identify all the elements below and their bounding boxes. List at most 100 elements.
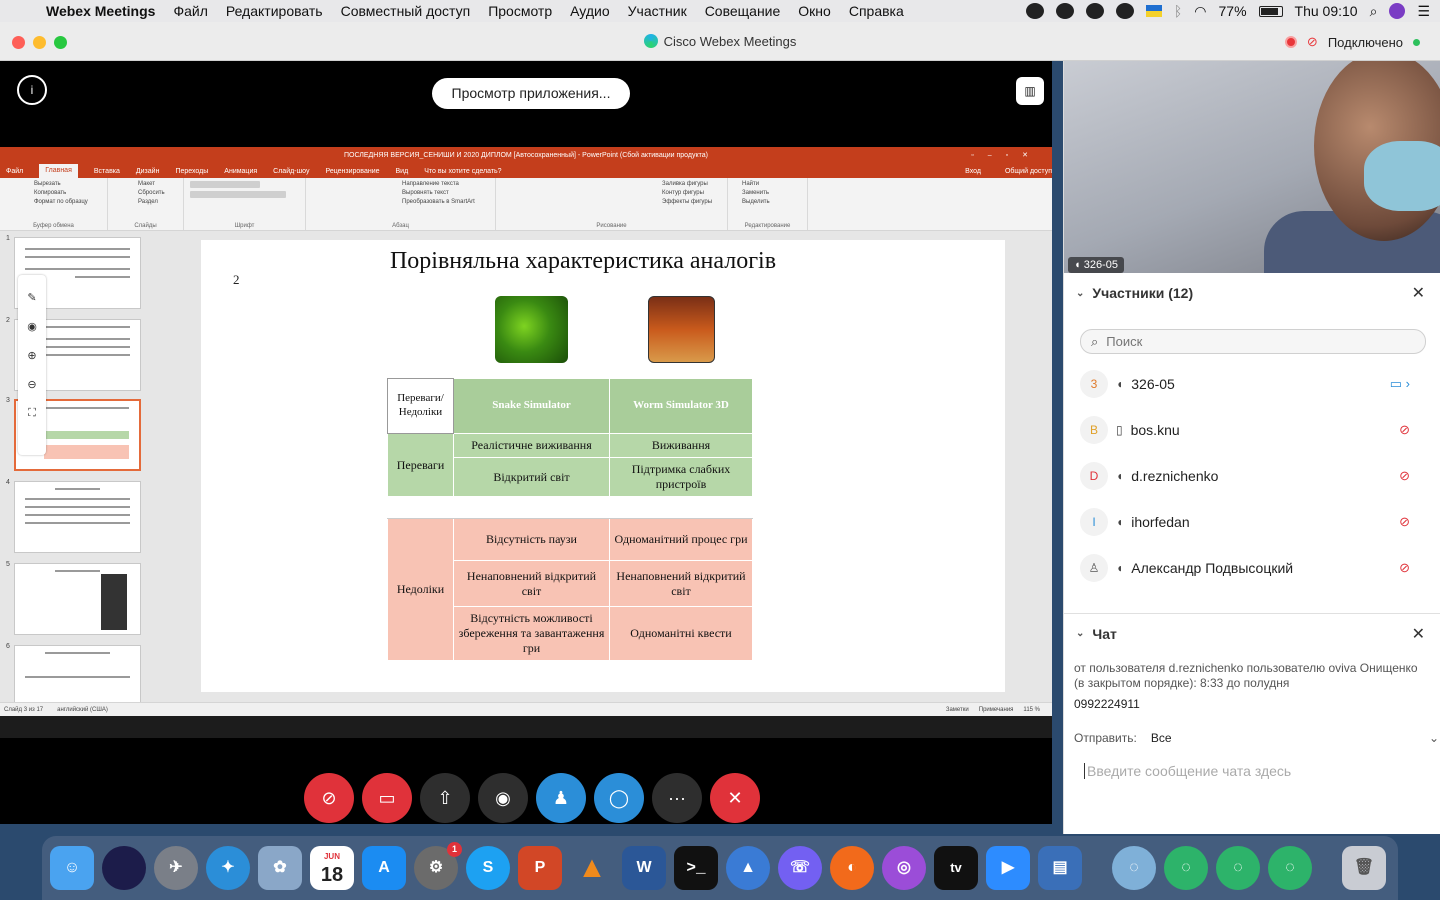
siri-icon[interactable] [1389, 3, 1406, 19]
ribbon-section[interactable]: Раздел [138, 199, 177, 205]
keyboard-layout-flag-icon[interactable] [1145, 5, 1162, 17]
bluetooth-icon[interactable]: ᛒ [1174, 3, 1182, 19]
close-participants-icon[interactable]: ✕ [1412, 283, 1425, 303]
webex-dock-icon[interactable]: ◌ [1112, 846, 1156, 890]
ppt-tab-home[interactable]: Главная [39, 164, 78, 178]
ribbon-align-text[interactable]: Выровнять текст [402, 190, 489, 196]
word-icon[interactable]: W [622, 846, 666, 890]
ppt-share[interactable]: Общий доступ [1005, 168, 1052, 175]
more-options-button[interactable]: ··· [652, 773, 702, 823]
menu-window[interactable]: Окно [798, 3, 831, 19]
ribbon-find[interactable]: Найти [742, 181, 801, 187]
mute-button[interactable]: ⊘ [304, 773, 354, 823]
webex-meetings-icon[interactable]: ◌ [1164, 846, 1208, 890]
siri-dock-icon[interactable] [102, 846, 146, 890]
ppt-window-controls-icon[interactable]: ▫–▫✕ [971, 147, 1042, 164]
annotate-pen-icon[interactable]: ✎ [18, 291, 46, 304]
menu-edit[interactable]: Редактировать [226, 3, 323, 19]
ribbon-layout[interactable]: Макет [138, 181, 177, 187]
ribbon-shape-outline[interactable]: Контур фигуры [662, 190, 721, 196]
font-style-buttons[interactable] [190, 191, 286, 198]
webex-tray-icon[interactable] [1115, 3, 1134, 19]
menu-audio[interactable]: Аудио [570, 3, 610, 19]
menu-view[interactable]: Просмотр [488, 3, 552, 19]
ppt-comments-button[interactable]: Примечания [979, 707, 1014, 713]
ppt-tell-me-search[interactable]: Что вы хотите сделать? [424, 168, 501, 175]
ribbon-shape-fill[interactable]: Заливка фигуры [662, 181, 721, 187]
participant-row[interactable]: I ◖ ihorfedan ⊘ [1064, 499, 1424, 545]
menu-help[interactable]: Справка [849, 3, 904, 19]
ribbon-replace[interactable]: Заменить [742, 190, 801, 196]
apple-tv-icon[interactable]: tv [934, 846, 978, 890]
slide-thumbnail[interactable] [14, 481, 141, 553]
menu-clock[interactable]: Thu 09:10 [1295, 3, 1358, 19]
zoom-icon[interactable]: ▶ [986, 846, 1030, 890]
battery-icon[interactable] [1258, 5, 1283, 17]
folder-icon[interactable]: ▤ [1038, 846, 1082, 890]
ribbon-cut[interactable]: Вырезать [34, 181, 101, 187]
mic-muted-icon[interactable]: ⊘ [1399, 468, 1410, 484]
chevron-down-icon[interactable]: ⌄ [1076, 628, 1084, 639]
app-store-icon[interactable]: A [362, 846, 406, 890]
webex-teams-icon[interactable]: ◌ [1216, 846, 1260, 890]
menu-meeting[interactable]: Совещание [705, 3, 781, 19]
ppt-tab-design[interactable]: Дизайн [136, 168, 160, 175]
menu-app-name[interactable]: Webex Meetings [46, 3, 155, 19]
powerpoint-icon[interactable]: P [518, 846, 562, 890]
participant-row[interactable]: 3 ◖ 326-05 ▭ › [1064, 361, 1424, 407]
podcasts-icon[interactable]: ◎ [882, 846, 926, 890]
stage-info-button[interactable]: i [17, 75, 47, 105]
zoom-out-icon[interactable]: ⊖ [18, 378, 46, 391]
chevron-down-icon[interactable]: ⌄ [1076, 288, 1084, 299]
wifi-icon[interactable]: ◠ [1194, 3, 1206, 20]
skype-icon[interactable]: S [466, 846, 510, 890]
search-input[interactable] [1106, 334, 1387, 349]
spotlight-search-icon[interactable]: ⌕ [1370, 3, 1378, 20]
cloud-tray-icon[interactable] [1055, 3, 1074, 19]
participant-row[interactable]: B ▯ bos.knu ⊘ [1064, 407, 1424, 453]
recording-indicator-icon[interactable] [1284, 36, 1297, 48]
safari-icon[interactable]: ✦ [206, 846, 250, 890]
ppt-language[interactable]: английский (США) [57, 707, 108, 713]
record-button[interactable]: ◉ [478, 773, 528, 823]
chat-button[interactable]: ◯ [594, 773, 644, 823]
video-on-icon[interactable]: ▭ › [1390, 376, 1410, 392]
mic-muted-icon[interactable]: ⊘ [1399, 422, 1410, 438]
menu-file[interactable]: Файл [173, 3, 207, 19]
share-button[interactable]: ⇧ [420, 773, 470, 823]
send-to-value[interactable]: Все [1151, 731, 1172, 745]
ribbon-copy[interactable]: Копировать [34, 190, 101, 196]
mic-muted-indicator-icon[interactable]: ⊘ [1307, 34, 1318, 50]
app-view-button[interactable]: Просмотр приложения... [432, 78, 630, 109]
control-center-icon[interactable]: ☰ [1417, 3, 1430, 20]
fit-screen-icon[interactable]: ⛶ [18, 407, 46, 420]
mic-muted-icon[interactable]: ⊘ [1399, 560, 1410, 576]
chat-recipient-select[interactable]: Отправить: Все ⌄ [1074, 731, 1439, 745]
ppt-tab-insert[interactable]: Вставка [94, 168, 120, 175]
chat-input-field[interactable]: Введите сообщение чата здесь [1084, 763, 1424, 779]
firefox-icon[interactable]: ◐ [830, 846, 874, 890]
ppt-sign-in[interactable]: Вход [965, 168, 981, 175]
chevron-down-icon[interactable]: ⌄ [1429, 731, 1439, 745]
menu-participant[interactable]: Участник [628, 3, 687, 19]
ppt-notes-button[interactable]: Заметки [946, 707, 969, 713]
font-name-box[interactable] [190, 181, 260, 188]
stop-video-button[interactable]: ▭ [362, 773, 412, 823]
ribbon-smartart[interactable]: Преобразовать в SmartArt [402, 199, 489, 205]
chat-section-header[interactable]: ⌄ Чат ✕ [1064, 613, 1440, 653]
ppt-tab-review[interactable]: Рецензирование [325, 168, 379, 175]
ppt-zoom-level[interactable]: 115 % [1023, 707, 1040, 713]
annotate-pointer-icon[interactable]: ◉ [18, 320, 46, 333]
preview-icon[interactable]: ✿ [258, 846, 302, 890]
ribbon-text-direction[interactable]: Направление текста [402, 181, 489, 187]
ribbon-format-painter[interactable]: Формат по образцу [34, 199, 101, 205]
panel-toggle-button[interactable]: ▥ [1016, 77, 1044, 105]
participant-row[interactable]: D ◖ d.reznichenko ⊘ [1064, 453, 1424, 499]
system-preferences-icon[interactable]: ⚙ 1 [414, 842, 462, 890]
mic-muted-icon[interactable]: ⊘ [1399, 514, 1410, 530]
terminal-icon[interactable]: >_ [674, 846, 718, 890]
leave-meeting-button[interactable]: ✕ [710, 773, 760, 823]
close-chat-icon[interactable]: ✕ [1412, 624, 1425, 644]
battery-percent[interactable]: 77% [1219, 3, 1247, 19]
mountain-app-icon[interactable]: ▲ [726, 846, 770, 890]
